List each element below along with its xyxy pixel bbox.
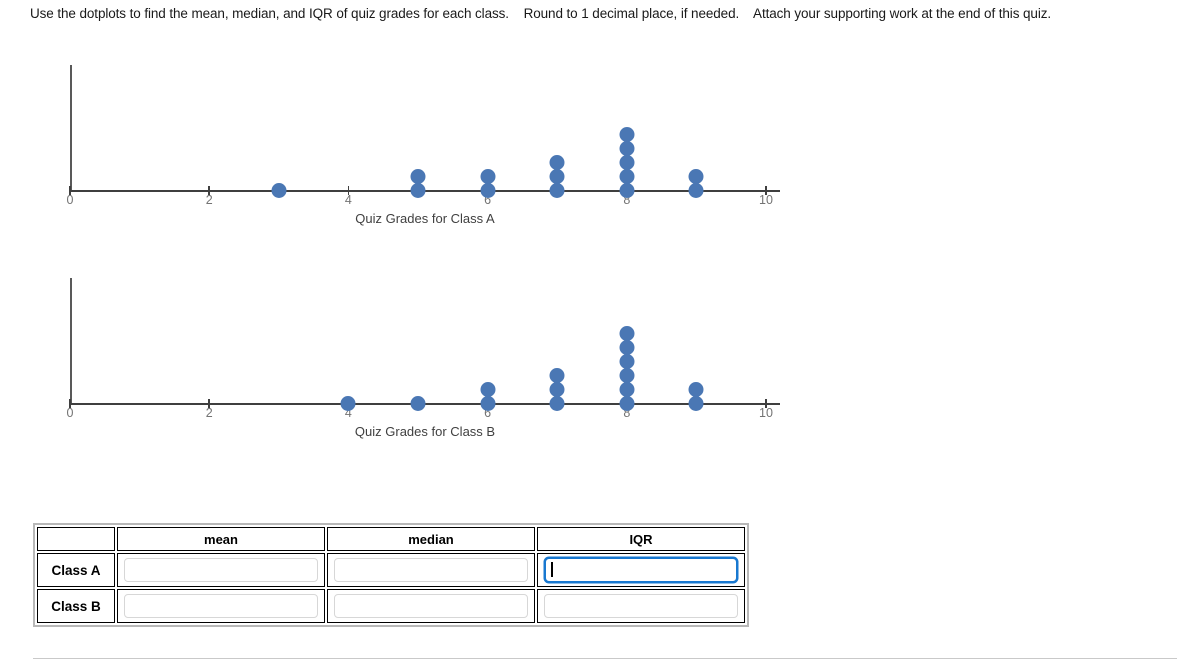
data-dot: [410, 169, 426, 184]
axis-tick-label-10: 10: [759, 406, 773, 420]
y-axis-class-a: [70, 65, 72, 191]
cell-class-a-median[interactable]: [327, 553, 535, 587]
answers-table: mean median IQR Class A Class B: [35, 525, 747, 625]
quiz-instructions: Use the dotplots to find the mean, media…: [30, 5, 1170, 23]
instruction-sentence-3: Attach your supporting work at the end o…: [753, 6, 1052, 21]
answer-input-class-b-median[interactable]: [334, 594, 528, 618]
data-dot: [549, 155, 565, 170]
axis-tick-label-0: 0: [66, 406, 74, 420]
dotplot-class-b: 0 2 4 6 8 10 Quiz Grades for Class B: [0, 268, 820, 439]
answer-input-class-a-iqr[interactable]: [544, 557, 738, 583]
row-label-class-a: Class A: [37, 553, 115, 587]
data-dot: [410, 183, 426, 198]
axis-tick-label-10: 10: [759, 193, 773, 207]
table-row: Class B: [37, 589, 745, 623]
caption-class-b: Quiz Grades for Class B: [354, 424, 496, 439]
column-header-median: median: [327, 527, 535, 551]
data-dot: [619, 368, 635, 383]
table-corner-cell: [37, 527, 115, 551]
answers-table-wrapper: mean median IQR Class A Class B: [33, 523, 749, 627]
column-header-mean: mean: [117, 527, 325, 551]
answers-table-head: mean median IQR: [37, 527, 745, 551]
axis-tick-label-2: 2: [205, 193, 213, 207]
data-dot: [619, 396, 635, 411]
dotplot-class-b-area: 0 2 4 6 8 10 Quiz Grades for Class B: [0, 268, 820, 439]
answer-input-class-b-mean[interactable]: [124, 594, 318, 618]
y-axis-class-b: [70, 278, 72, 404]
answer-input-class-b-iqr[interactable]: [544, 594, 738, 618]
data-dot: [271, 183, 287, 198]
cell-class-b-median[interactable]: [327, 589, 535, 623]
input-wrapper: [544, 594, 738, 618]
input-wrapper: [334, 594, 528, 618]
column-header-iqr: IQR: [537, 527, 745, 551]
text-caret: [551, 562, 553, 577]
data-dot: [619, 169, 635, 184]
data-dot: [480, 169, 496, 184]
cell-class-a-iqr[interactable]: [537, 553, 745, 587]
data-dot: [549, 169, 565, 184]
dotplot-class-a-area: 0 2 4 6 8 10 Quiz Grades for Class A: [0, 55, 820, 226]
cell-class-b-iqr[interactable]: [537, 589, 745, 623]
data-dot: [480, 382, 496, 397]
cell-class-b-mean[interactable]: [117, 589, 325, 623]
dotplot-class-a: 0 2 4 6 8 10 Quiz Grades for Class A: [0, 55, 820, 226]
data-dot: [619, 155, 635, 170]
input-wrapper: [124, 594, 318, 618]
answer-input-class-a-mean[interactable]: [124, 558, 318, 582]
instruction-sentence-1: Use the dotplots to find the mean, media…: [30, 6, 509, 21]
data-dot: [480, 183, 496, 198]
caption-class-a: Quiz Grades for Class A: [355, 211, 495, 226]
data-dot: [619, 326, 635, 341]
data-dot: [619, 382, 635, 397]
input-wrapper: [124, 558, 318, 582]
input-wrapper: [544, 557, 738, 583]
data-dot: [619, 340, 635, 355]
table-header-row: mean median IQR: [37, 527, 745, 551]
data-dot: [480, 396, 496, 411]
data-dot: [619, 183, 635, 198]
data-dot: [688, 169, 704, 184]
answers-table-body: Class A Class B: [37, 553, 745, 623]
axis-tick-label-4: 4: [344, 193, 352, 207]
data-dot: [549, 382, 565, 397]
data-dot: [688, 382, 704, 397]
data-dot: [549, 396, 565, 411]
data-dot: [619, 127, 635, 142]
cell-class-a-mean[interactable]: [117, 553, 325, 587]
axis-tick-label-0: 0: [66, 193, 74, 207]
axis-tick-label-2: 2: [205, 406, 213, 420]
answer-input-class-a-median[interactable]: [334, 558, 528, 582]
input-wrapper: [334, 558, 528, 582]
instruction-sentence-2: Round to 1 decimal place, if needed.: [523, 6, 740, 21]
data-dot: [619, 354, 635, 369]
data-dot: [340, 396, 356, 411]
data-dot: [619, 141, 635, 156]
table-row: Class A: [37, 553, 745, 587]
data-dot: [688, 396, 704, 411]
data-dot: [549, 368, 565, 383]
row-label-class-b: Class B: [37, 589, 115, 623]
data-dot: [410, 396, 426, 411]
data-dot: [549, 183, 565, 198]
data-dot: [688, 183, 704, 198]
page-divider: [33, 658, 1177, 659]
